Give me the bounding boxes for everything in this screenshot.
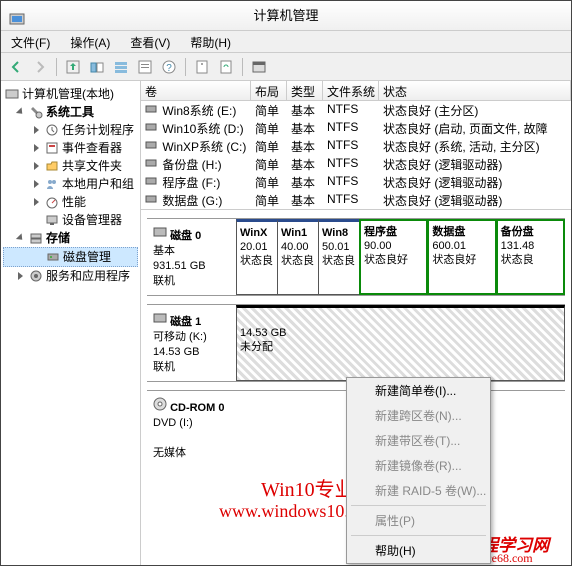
disk-icon <box>153 225 167 239</box>
menubar: 文件(F) 操作(A) 查看(V) 帮助(H) <box>1 31 571 53</box>
menu-help[interactable]: 帮助(H) <box>180 31 241 52</box>
cdrom-icon <box>153 397 167 411</box>
nav-tree: 计算机管理(本地) 系统工具 任务计划程序 事件查看器 共享文件夹 本地用户和组… <box>1 81 141 565</box>
menu-new-striped-volume: 新建带区卷(T)... <box>347 428 490 453</box>
tree-device-manager[interactable]: 设备管理器 <box>3 211 138 229</box>
disk-icon <box>153 311 167 325</box>
volume-icon <box>145 193 159 207</box>
tree-root[interactable]: 计算机管理(本地) <box>3 85 138 103</box>
cdrom-info[interactable]: CD-ROM 0 DVD (I:) 无媒体 <box>147 391 237 467</box>
help-icon[interactable]: ? <box>158 56 180 78</box>
menu-new-raid5-volume: 新建 RAID-5 卷(W)... <box>347 478 490 503</box>
properties-icon[interactable] <box>134 56 156 78</box>
volume-table: 卷 布局 类型 文件系统 状态 Win8系统 (E:)简单基本NTFS状态良好 … <box>141 81 571 210</box>
back-icon[interactable] <box>5 56 27 78</box>
menu-new-spanned-volume: 新建跨区卷(N)... <box>347 403 490 428</box>
disk-0-partition[interactable]: 数据盘600.01状态良好 <box>427 219 496 295</box>
menu-file[interactable]: 文件(F) <box>1 31 60 52</box>
volume-icon <box>145 103 159 117</box>
col-volume[interactable]: 卷 <box>141 81 251 100</box>
tree-performance[interactable]: 性能 <box>3 193 138 211</box>
refresh-icon[interactable] <box>215 56 237 78</box>
menu-properties: 属性(P) <box>347 508 490 533</box>
table-row[interactable]: Win8系统 (E:)简单基本NTFS状态良好 (主分区) <box>141 101 571 119</box>
up-icon[interactable] <box>62 56 84 78</box>
disk-0-partition[interactable]: Win850.01状态良 <box>318 219 360 295</box>
volume-icon <box>145 139 159 153</box>
view-icon[interactable] <box>110 56 132 78</box>
menu-new-mirrored-volume: 新建镜像卷(R)... <box>347 453 490 478</box>
volume-icon <box>145 175 159 189</box>
list-view-icon[interactable] <box>248 56 270 78</box>
menu-view[interactable]: 查看(V) <box>120 31 180 52</box>
disk-0-partition[interactable]: 程序盘90.00状态良好 <box>359 219 428 295</box>
table-row[interactable]: 程序盘 (F:)简单基本NTFS状态良好 (逻辑驱动器) <box>141 173 571 191</box>
svg-text:?: ? <box>166 63 172 74</box>
window-title: 计算机管理 <box>253 8 318 23</box>
col-type[interactable]: 类型 <box>287 81 323 100</box>
volume-icon <box>145 157 159 171</box>
disk-1-unallocated[interactable]: 14.53 GB未分配 <box>236 305 565 381</box>
context-menu: 新建简单卷(I)... 新建跨区卷(N)... 新建带区卷(T)... 新建镜像… <box>346 377 491 564</box>
table-row[interactable]: 数据盘 (G:)简单基本NTFS状态良好 (逻辑驱动器) <box>141 191 571 209</box>
col-fs[interactable]: 文件系统 <box>323 81 379 100</box>
table-row[interactable]: WinXP系统 (C:)简单基本NTFS状态良好 (系统, 活动, 主分区) <box>141 137 571 155</box>
volume-icon <box>145 121 159 135</box>
tree-event-viewer[interactable]: 事件查看器 <box>3 139 138 157</box>
tree-system-tools[interactable]: 系统工具 <box>3 103 138 121</box>
settings-icon[interactable] <box>191 56 213 78</box>
table-row[interactable]: Win10系统 (D:)简单基本NTFS状态良好 (启动, 页面文件, 故障 <box>141 119 571 137</box>
tree-disk-management[interactable]: 磁盘管理 <box>3 247 138 267</box>
app-icon <box>9 8 25 24</box>
table-row[interactable]: 备份盘 (H:)简单基本NTFS状态良好 (逻辑驱动器) <box>141 155 571 173</box>
menu-help[interactable]: 帮助(H) <box>347 538 490 563</box>
disk-0-info[interactable]: 磁盘 0 基本 931.51 GB 联机 <box>147 219 237 295</box>
disk-0-partition[interactable]: 备份盘131.48状态良 <box>496 219 565 295</box>
tree-local-users[interactable]: 本地用户和组 <box>3 175 138 193</box>
toolbar: ? <box>1 53 571 81</box>
show-hide-icon[interactable] <box>86 56 108 78</box>
forward-icon <box>29 56 51 78</box>
menu-new-simple-volume[interactable]: 新建简单卷(I)... <box>347 378 490 403</box>
titlebar: 计算机管理 <box>1 1 571 31</box>
disk-0-partition[interactable]: Win140.00状态良 <box>277 219 319 295</box>
tree-services-apps[interactable]: 服务和应用程序 <box>3 267 138 285</box>
tree-storage[interactable]: 存储 <box>3 229 138 247</box>
disk-0-partition[interactable]: WinX20.01状态良 <box>236 219 278 295</box>
tree-shared-folders[interactable]: 共享文件夹 <box>3 157 138 175</box>
table-header: 卷 布局 类型 文件系统 状态 <box>141 81 571 101</box>
tree-task-scheduler[interactable]: 任务计划程序 <box>3 121 138 139</box>
col-status[interactable]: 状态 <box>379 81 571 100</box>
disk-1-info[interactable]: 磁盘 1 可移动 (K:) 14.53 GB 联机 <box>147 305 237 381</box>
menu-action[interactable]: 操作(A) <box>60 31 120 52</box>
col-layout[interactable]: 布局 <box>251 81 287 100</box>
